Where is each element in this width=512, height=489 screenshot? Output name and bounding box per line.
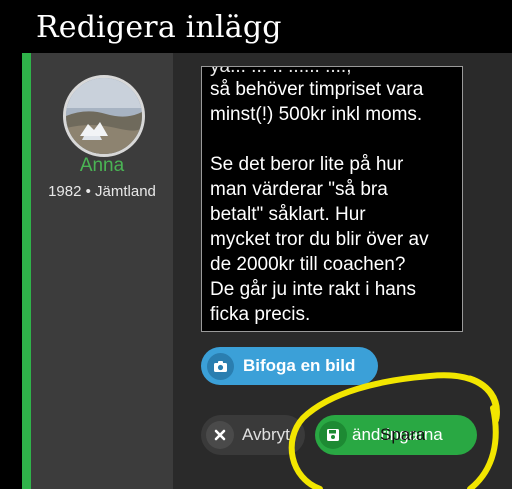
editor-line: mycket tror du blir över av: [210, 229, 429, 250]
author-meta: 1982 • Jämtland: [48, 183, 156, 200]
save-changes-button[interactable]: ändringarna Spara: [315, 415, 477, 455]
save-overlay-label: Spara: [380, 425, 426, 444]
post-textarea[interactable]: ya... ... .. ...... ...., så behöver tim…: [201, 66, 463, 332]
editor-text: så behöver timpriset vara minst(!) 500kr…: [210, 77, 460, 327]
attach-image-label: Bifoga en bild: [243, 356, 356, 375]
cancel-label: Avbryt: [242, 425, 290, 444]
editor-line: betalt" såklart. Hur: [210, 204, 366, 225]
page-title: Redigera inlägg: [36, 10, 282, 45]
author-name[interactable]: Anna: [31, 155, 173, 177]
avatar[interactable]: [63, 75, 145, 157]
editor-paragraph-gap: [210, 127, 460, 152]
editor-line: man värderar "så bra: [210, 179, 388, 200]
editor-line: Se det beror lite på hur: [210, 154, 404, 175]
cancel-button[interactable]: Avbryt: [201, 415, 305, 455]
close-icon: [206, 421, 234, 449]
editor-line: de 2000kr till coachen?: [210, 254, 406, 275]
editor-line: minst(!) 500kr inkl moms.: [210, 104, 423, 125]
editor-line: De går ju inte rakt i hans: [210, 279, 416, 300]
attach-image-button[interactable]: Bifoga en bild: [201, 347, 378, 385]
editor-line: ficka precis.: [210, 304, 311, 325]
floppy-disk-icon: [319, 421, 347, 449]
accent-bar: [22, 53, 31, 489]
edit-post-screen: Redigera inlägg Anna 1982 • Jämtland ya.…: [0, 0, 512, 489]
avatar-photo: [66, 78, 142, 154]
camera-icon: [207, 353, 234, 380]
editor-line: så behöver timpriset vara: [210, 79, 424, 100]
